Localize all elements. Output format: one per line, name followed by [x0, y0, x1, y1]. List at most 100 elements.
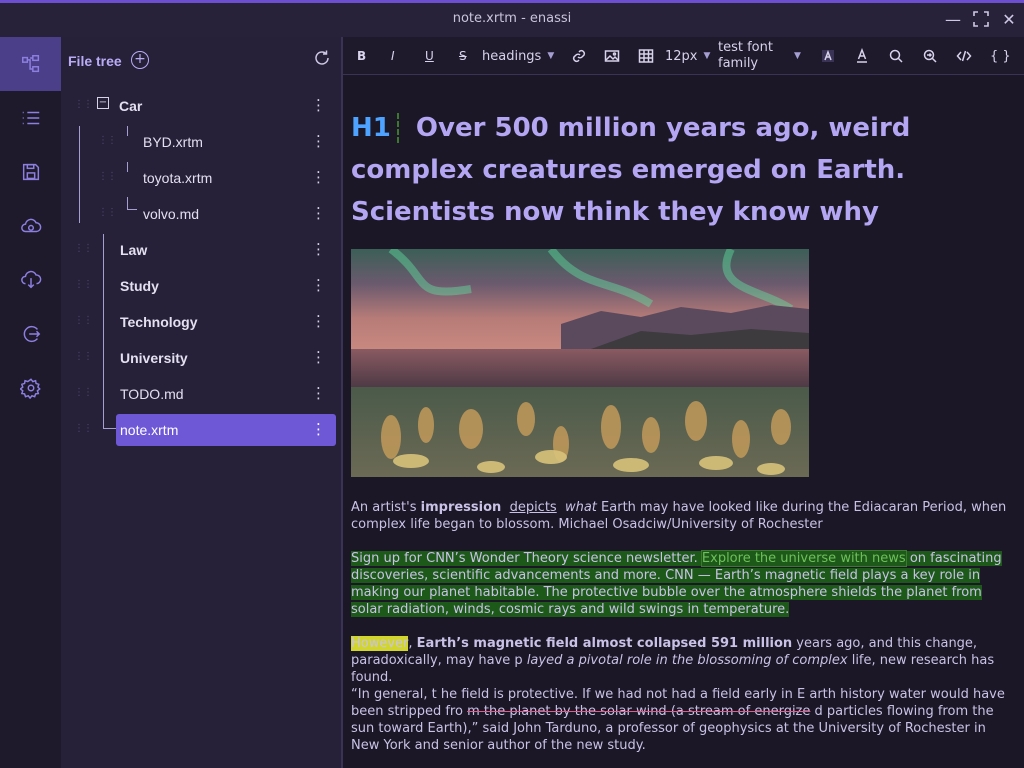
drag-handle-icon[interactable]: ⋮⋮: [74, 279, 93, 290]
editor-toolbar: B I U S headings ▼ 12px ▼ test font fami…: [343, 37, 1024, 75]
refresh-icon[interactable]: [313, 49, 331, 67]
cloud-download-icon[interactable]: [0, 253, 61, 307]
editor-panel: B I U S headings ▼ 12px ▼ test font fami…: [341, 37, 1024, 768]
more-options-icon[interactable]: ⋮: [311, 276, 326, 294]
caption-underline-text: depicts: [509, 500, 557, 515]
paragraph-1-text: Sign up for CNN’s Wonder Theory science …: [351, 551, 702, 566]
tree-item-label: Study: [120, 278, 159, 294]
tree-folder-law[interactable]: ⋮⋮ Law ⋮: [61, 234, 341, 266]
tree-item-label: University: [120, 350, 188, 366]
paragraph-3-strikethrough: m the planet by the solar wind (a stream…: [467, 704, 811, 719]
search-replace-icon: [923, 49, 937, 63]
table-button[interactable]: [638, 45, 654, 67]
drag-handle-icon[interactable]: ⋮⋮: [74, 423, 93, 434]
paragraph-2-text: ,: [408, 636, 417, 651]
drag-handle-icon[interactable]: ⋮⋮: [74, 243, 93, 254]
close-icon[interactable]: ✕: [1000, 11, 1018, 29]
document-content[interactable]: H1 Over 500 million years ago, weird com…: [351, 107, 1016, 753]
tree-view-icon[interactable]: [0, 37, 61, 91]
file-tree-panel: File tree + ⋮⋮ − Car ⋮ ⋮⋮ BYD.xrtm ⋮ ⋮⋮ …: [61, 37, 341, 768]
tree-file-volvo[interactable]: ⋮⋮ volvo.md ⋮: [61, 198, 341, 230]
more-options-icon[interactable]: ⋮: [311, 132, 326, 150]
drag-handle-icon[interactable]: ⋮⋮: [74, 315, 93, 326]
caption-italic-text: what: [564, 500, 597, 515]
headings-select-value: headings: [482, 48, 542, 64]
tree-file-note[interactable]: ⋮⋮ note.xrtm ⋮: [61, 414, 341, 446]
add-file-icon[interactable]: +: [131, 51, 149, 69]
search-icon: [889, 49, 903, 63]
tree-item-label: Technology: [120, 314, 198, 330]
image-button[interactable]: [604, 45, 620, 67]
font-color-icon: [857, 48, 867, 63]
tree-folder-study[interactable]: ⋮⋮ Study ⋮: [61, 270, 341, 302]
tree-item-label: note.xrtm: [120, 422, 179, 438]
collapse-icon[interactable]: −: [97, 97, 109, 109]
link-button[interactable]: [571, 45, 587, 67]
highlight-button[interactable]: [820, 45, 836, 67]
font-color-button[interactable]: [854, 45, 870, 67]
tree-item-label: TODO.md: [120, 386, 184, 402]
heading-text: Over 500 million years ago, weird comple…: [351, 113, 911, 227]
code-icon: [956, 50, 972, 62]
italic-button[interactable]: I: [391, 45, 395, 67]
more-options-icon[interactable]: ⋮: [311, 312, 326, 330]
code-view-button[interactable]: [956, 45, 972, 67]
tree-item-label: volvo.md: [143, 206, 200, 222]
drag-handle-icon[interactable]: ⋮⋮: [98, 135, 117, 146]
minimize-icon[interactable]: —: [944, 11, 962, 29]
save-icon[interactable]: [0, 145, 61, 199]
headings-select[interactable]: headings ▼: [482, 45, 554, 67]
paragraph-2: However, Earth’s magnetic field almost c…: [351, 635, 1016, 686]
more-options-icon[interactable]: ⋮: [311, 240, 326, 258]
font-family-line-2: family: [718, 56, 759, 71]
more-options-icon[interactable]: ⋮: [311, 420, 326, 438]
tree-item-label: BYD.xrtm: [143, 134, 203, 150]
caption-text: An artist's: [351, 500, 421, 515]
underline-button[interactable]: U: [425, 45, 434, 67]
drag-handle-icon[interactable]: ⋮⋮: [74, 351, 93, 362]
document-heading: H1 Over 500 million years ago, weird com…: [351, 107, 1016, 233]
list-icon[interactable]: [0, 91, 61, 145]
tree-folder-university[interactable]: ⋮⋮ University ⋮: [61, 342, 341, 374]
activity-bar: [0, 37, 61, 768]
settings-icon[interactable]: [0, 361, 61, 415]
title-bar: note.xrtm - enassi — ✕: [0, 0, 1024, 37]
paragraph-1-link[interactable]: Explore the universe with news: [700, 550, 907, 567]
tree-file-toyota[interactable]: ⋮⋮ toyota.xrtm ⋮: [61, 162, 341, 194]
tree-item-label: Car: [119, 98, 143, 114]
drag-handle-icon[interactable]: ⋮⋮: [98, 207, 117, 218]
bold-button[interactable]: B: [357, 45, 366, 67]
image-caption: An artist's impression depicts what Eart…: [351, 499, 1016, 533]
more-options-icon[interactable]: ⋮: [311, 204, 326, 222]
logout-icon[interactable]: [0, 307, 61, 361]
tree-folder-car[interactable]: ⋮⋮ − Car ⋮: [61, 90, 341, 122]
more-options-icon[interactable]: ⋮: [311, 348, 326, 366]
font-size-select[interactable]: 12px ▼: [665, 45, 710, 67]
search-replace-button[interactable]: [922, 45, 938, 67]
cloud-sync-icon[interactable]: [0, 199, 61, 253]
more-options-icon[interactable]: ⋮: [311, 168, 326, 186]
json-view-button[interactable]: { }: [990, 45, 1011, 67]
table-icon: [638, 49, 654, 63]
more-options-icon[interactable]: ⋮: [311, 384, 326, 402]
more-options-icon[interactable]: ⋮: [311, 96, 326, 114]
font-family-value: test font family: [718, 40, 788, 72]
paragraph-3: “In general, t he field is protective. I…: [351, 686, 1016, 754]
chevron-down-icon: ▼: [703, 51, 711, 61]
font-size-value: 12px: [665, 48, 698, 64]
drag-handle-icon[interactable]: ⋮⋮: [98, 171, 117, 182]
search-button[interactable]: [888, 45, 904, 67]
strikethrough-button[interactable]: S: [459, 45, 467, 67]
maximize-icon[interactable]: [972, 11, 990, 29]
caption-bold-text: impression: [420, 500, 502, 515]
article-image: [351, 249, 809, 477]
file-tree-header: File tree +: [61, 37, 341, 83]
tree-folder-technology[interactable]: ⋮⋮ Technology ⋮: [61, 306, 341, 338]
font-family-select[interactable]: test font family ▼: [718, 39, 801, 73]
tree-file-todo[interactable]: ⋮⋮ TODO.md ⋮: [61, 378, 341, 410]
tree-item-label: Law: [120, 242, 148, 258]
tree-file-byd[interactable]: ⋮⋮ BYD.xrtm ⋮: [61, 126, 341, 158]
drag-handle-icon[interactable]: ⋮⋮: [74, 99, 93, 110]
drag-handle-icon[interactable]: ⋮⋮: [74, 387, 93, 398]
font-family-line-1: test font: [718, 40, 773, 55]
